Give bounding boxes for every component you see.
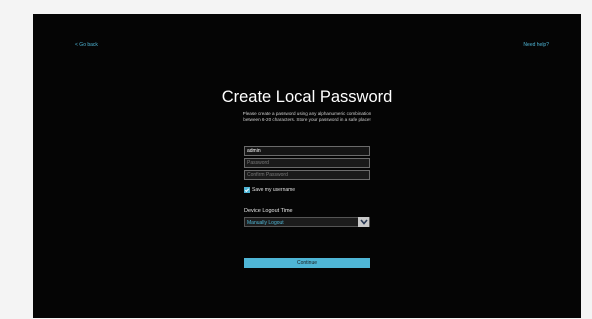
app-screen: < Go back Need help? Create Local Passwo… (33, 14, 581, 318)
confirm-password-field[interactable] (244, 170, 370, 180)
dropdown-button[interactable] (358, 217, 369, 227)
continue-button[interactable]: Continue (244, 258, 370, 268)
chevron-down-icon (359, 219, 368, 225)
go-back-link[interactable]: < Go back (75, 42, 98, 48)
need-help-link[interactable]: Need help? (523, 42, 549, 48)
save-username-checkbox[interactable] (244, 187, 250, 193)
username-field[interactable] (244, 146, 370, 156)
logout-time-select[interactable]: Manually Logout (244, 217, 370, 227)
subtitle-line-2: between 6-20 characters. Store your pass… (243, 117, 371, 122)
page-subtitle: Please create a password using any alpha… (207, 111, 407, 123)
password-field[interactable] (244, 158, 370, 168)
logout-time-value: Manually Logout (247, 219, 284, 226)
logout-time-label: Device Logout Time (244, 208, 293, 214)
page-title: Create Local Password (221, 88, 393, 106)
save-username-label: Save my username (252, 187, 296, 193)
save-username-option[interactable]: Save my username (244, 186, 295, 194)
